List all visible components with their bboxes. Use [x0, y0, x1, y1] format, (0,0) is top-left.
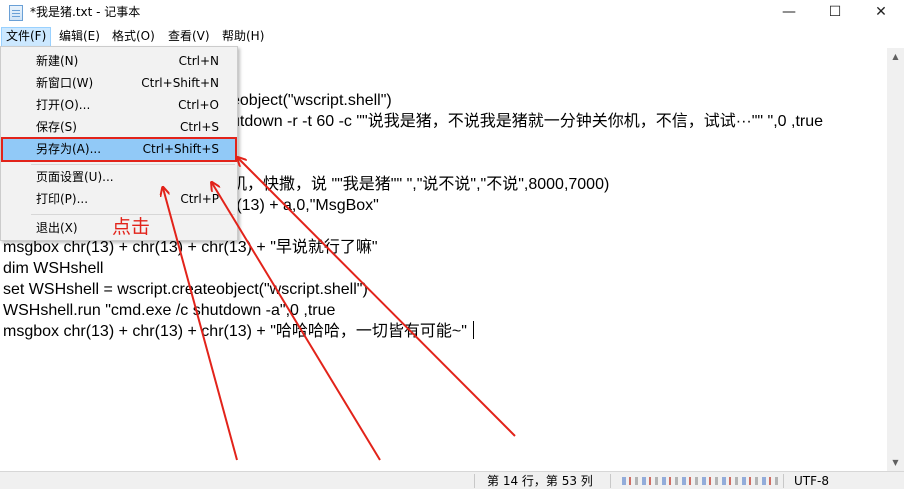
annotation-arrow-1 [163, 188, 238, 461]
annotation-arrow-2 [212, 183, 381, 461]
annotation-arrows [0, 0, 516, 461]
annotation-arrow-3 [238, 158, 516, 437]
